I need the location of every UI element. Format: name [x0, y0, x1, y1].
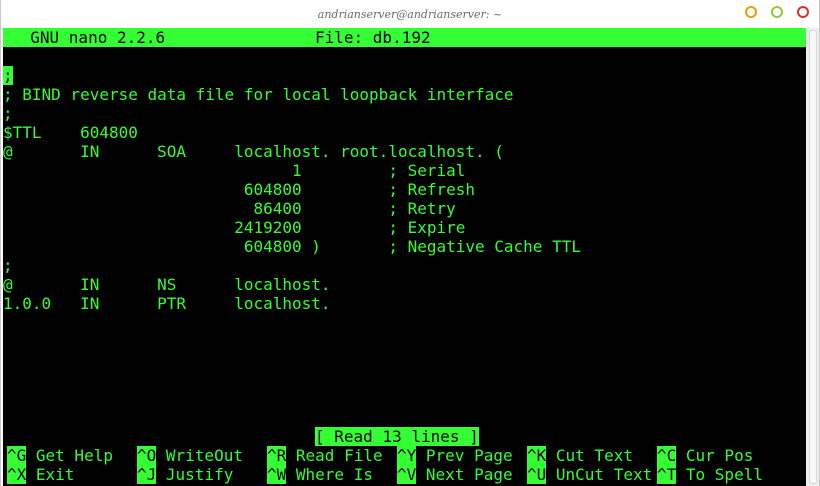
shortcut-label: Get Help: [26, 446, 113, 465]
shortcut-prev-page[interactable]: ^Y Prev Page: [397, 446, 513, 465]
shortcut-label: Cur Pos: [676, 446, 754, 465]
shortcut-key: ^X: [7, 465, 27, 484]
shortcut-bar: ^G Get Help ^O WriteOut ^R Read File ^Y …: [3, 446, 806, 484]
buffer-line[interactable]: @ IN NS localhost.: [3, 275, 806, 294]
terminal-scrollbar[interactable]: [806, 28, 819, 486]
buffer-line[interactable]: 604800 ; Refresh: [3, 180, 806, 199]
shortcut-key: ^U: [527, 465, 547, 484]
shortcut-label: Cut Text: [546, 446, 633, 465]
shortcut-label: Read File: [286, 446, 383, 465]
buffer-line[interactable]: 1.0.0 IN PTR localhost.: [3, 294, 806, 313]
buffer-line[interactable]: ;: [3, 104, 806, 123]
shortcut-key: ^R: [267, 446, 287, 465]
buffer-line[interactable]: 2419200 ; Expire: [3, 218, 806, 237]
shortcut-cut-text[interactable]: ^K Cut Text: [527, 446, 633, 465]
shortcut-label: To Spell: [676, 465, 763, 484]
shortcut-key: ^K: [527, 446, 547, 465]
buffer-line[interactable]: 1 ; Serial: [3, 161, 806, 180]
shortcut-key: ^O: [137, 446, 157, 465]
text-cursor: ;: [3, 66, 13, 85]
shortcut-read-file[interactable]: ^R Read File: [267, 446, 383, 465]
shortcut-key: ^J: [137, 465, 157, 484]
buffer-line[interactable]: 604800 ) ; Negative Cache TTL: [3, 237, 806, 256]
nano-filename: File: db.192: [315, 28, 431, 47]
editor-buffer[interactable]: ; ; BIND reverse data file for local loo…: [3, 66, 806, 313]
shortcut-label: Next Page: [416, 465, 513, 484]
shortcut-get-help[interactable]: ^G Get Help: [7, 446, 113, 465]
title-bar[interactable]: andrianserver@andrianserver: ~: [1, 0, 819, 30]
shortcut-label: Exit: [26, 465, 75, 484]
shortcut-key: ^C: [657, 446, 677, 465]
maximize-icon[interactable]: [771, 6, 783, 18]
buffer-line[interactable]: @ IN SOA localhost. root.localhost. (: [3, 142, 806, 161]
shortcut-where-is[interactable]: ^W Where Is: [267, 465, 373, 484]
buffer-line[interactable]: $TTL 604800: [3, 123, 806, 142]
shortcut-label: Where Is: [286, 465, 373, 484]
shortcut-writeout[interactable]: ^O WriteOut: [137, 446, 243, 465]
close-icon[interactable]: [797, 6, 809, 18]
shortcut-justify[interactable]: ^J Justify: [137, 465, 233, 484]
buffer-line[interactable]: ;: [3, 66, 806, 85]
window-title: andrianserver@andrianserver: ~: [317, 8, 503, 21]
shortcut-cur-pos[interactable]: ^C Cur Pos: [657, 446, 753, 465]
shortcut-label: UnCut Text: [546, 465, 653, 484]
status-message: [ Read 13 lines ]: [315, 427, 479, 446]
shortcut-exit[interactable]: ^X Exit: [7, 465, 74, 484]
shortcut-label: Prev Page: [416, 446, 513, 465]
nano-version: GNU nano 2.2.6: [11, 28, 166, 47]
scrollbar-thumb[interactable]: [809, 30, 817, 484]
shortcut-label: Justify: [156, 465, 234, 484]
shortcut-next-page[interactable]: ^V Next Page: [397, 465, 513, 484]
buffer-line[interactable]: ; BIND reverse data file for local loopb…: [3, 85, 806, 104]
terminal-window: andrianserver@andrianserver: ~ GNU nano …: [0, 0, 820, 486]
shortcut-uncut-text[interactable]: ^U UnCut Text: [527, 465, 652, 484]
shortcut-key: ^T: [657, 465, 677, 484]
minimize-icon[interactable]: [745, 6, 757, 18]
nano-header: GNU nano 2.2.6 File: db.192: [3, 28, 806, 47]
buffer-line[interactable]: ;: [3, 256, 806, 275]
terminal-area[interactable]: GNU nano 2.2.6 File: db.192 ; ; BIND rev…: [3, 28, 806, 486]
shortcut-key: ^V: [397, 465, 417, 484]
shortcut-key: ^G: [7, 446, 27, 465]
shortcut-key: ^Y: [397, 446, 417, 465]
shortcut-to-spell[interactable]: ^T To Spell: [657, 465, 763, 484]
buffer-line[interactable]: 86400 ; Retry: [3, 199, 806, 218]
shortcut-key: ^W: [267, 465, 287, 484]
shortcut-label: WriteOut: [156, 446, 243, 465]
